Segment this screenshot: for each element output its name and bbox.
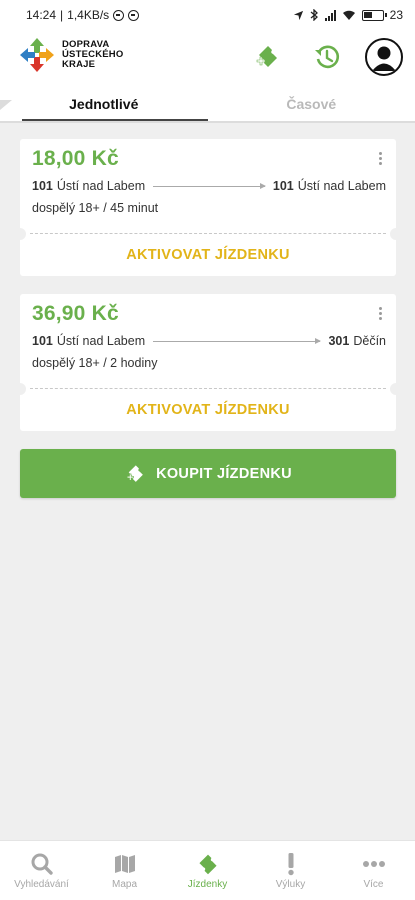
more-dots-icon: [362, 860, 385, 867]
ticket-description: dospělý 18+ / 45 minut: [32, 201, 159, 215]
status-network-speed: 1,4KB/s: [67, 8, 110, 22]
nav-label-search: Vyhledávání: [14, 878, 69, 890]
bluetooth-icon: [310, 9, 318, 21]
logo-text: DOPRAVA ÚSTECKÉHO KRAJE: [62, 40, 123, 70]
nav-label-more: Více: [363, 878, 384, 890]
status-notification-icon: [113, 9, 125, 21]
ticket-notch-right: [390, 383, 402, 395]
ticket-route: 101 Ústí nad Labem 301 Děčín: [32, 334, 386, 348]
ticket-perforation: [30, 233, 386, 234]
ticket-info: 36,90 Kč 101 Ústí nad Labem 301 Děčín dosp…: [14, 294, 402, 395]
buy-ticket-button[interactable]: KOUPIT JÍZDENKU: [20, 449, 396, 498]
buy-ticket-button-icon: [126, 464, 143, 482]
ticket-description: dospělý 18+ / 2 hodiny: [32, 356, 158, 370]
bottom-navigation: Vyhledávání Mapa Jízdenky Výluky Více: [0, 840, 415, 900]
status-right: 23: [293, 8, 403, 22]
nav-label-map: Mapa: [111, 878, 137, 890]
ticket-icon: [198, 854, 217, 874]
route-to-name: Ústí nad Labem: [297, 179, 386, 193]
ticket-notch-left: [14, 228, 26, 240]
ticket-route: 101 Ústí nad Labem 101 Ústí nad Labem: [32, 179, 386, 193]
wifi-icon: [342, 10, 355, 20]
account-icon[interactable]: [365, 38, 403, 76]
location-icon: [293, 10, 303, 20]
ticket-notch-left: [14, 383, 26, 395]
status-separator: |: [60, 8, 64, 22]
activate-ticket-button[interactable]: AKTIVOVAT JÍZDENKU: [20, 234, 396, 276]
ticket-price: 36,90 Kč: [32, 302, 119, 325]
buy-ticket-icon[interactable]: [250, 40, 284, 74]
route-from-name: Ústí nad Labem: [56, 179, 146, 193]
route-to-zone: 301: [328, 334, 350, 348]
route-from: 101 Ústí nad Labem: [32, 334, 145, 348]
more-options-icon[interactable]: [379, 307, 382, 320]
route-from-zone: 101: [32, 179, 53, 193]
battery-icon: [361, 9, 387, 21]
tab-divider: [0, 121, 415, 123]
battery-percent: 23: [389, 8, 403, 22]
activate-ticket-label: AKTIVOVAT JÍZDENKU: [126, 402, 290, 418]
route-from: 101 Ústí nad Labem: [32, 179, 145, 193]
nav-item-tickets[interactable]: Jízdenky: [166, 841, 249, 900]
more-options-icon[interactable]: [379, 152, 382, 165]
activate-ticket-label: AKTIVOVAT JÍZDENKU: [126, 247, 290, 263]
tab-single[interactable]: Jednotlivé: [0, 92, 208, 122]
signal-icon: [324, 9, 336, 21]
logo-arrows-icon: [20, 38, 54, 72]
search-icon: [31, 853, 53, 875]
nav-label-outages: Výluky: [275, 878, 306, 890]
ticket-perforation: [30, 388, 386, 389]
route-to-name: Děčín: [353, 334, 386, 348]
map-icon: [114, 854, 135, 873]
nav-item-search[interactable]: Vyhledávání: [0, 841, 83, 900]
app-header: DOPRAVA ÚSTECKÉHO KRAJE: [0, 30, 415, 92]
route-from-name: Ústí nad Labem: [56, 334, 146, 348]
buy-ticket-label: KOUPIT JÍZDENKU: [156, 465, 292, 482]
ticket-card[interactable]: 36,90 Kč 101 Ústí nad Labem 301 Děčín dosp…: [14, 294, 402, 431]
route-to: 101 Ústí nad Labem: [273, 179, 386, 193]
exclamation-icon: [287, 852, 294, 875]
status-time: 14:24: [26, 8, 57, 22]
ticket-notch-right: [390, 228, 402, 240]
corner-decoration: [0, 100, 12, 110]
ticket-price: 18,00 Kč: [32, 147, 119, 170]
nav-label-tickets: Jízdenky: [187, 878, 228, 890]
logo-line-3: KRAJE: [62, 59, 96, 70]
status-bar: 14:24 | 1,4KB/s 23: [0, 0, 415, 30]
status-left: 14:24 | 1,4KB/s: [26, 8, 140, 22]
route-arrow-icon: [153, 337, 322, 344]
nav-item-more[interactable]: Více: [332, 841, 415, 900]
activate-ticket-button[interactable]: AKTIVOVAT JÍZDENKU: [20, 389, 396, 431]
ticket-tabs: Jednotlivé Časové: [0, 92, 415, 122]
status-notification-icon-2: [128, 9, 140, 21]
tab-period[interactable]: Časové: [208, 92, 415, 122]
history-icon[interactable]: [310, 40, 344, 74]
route-from-zone: 101: [32, 334, 53, 348]
nav-item-outages[interactable]: Výluky: [249, 841, 332, 900]
ticket-card[interactable]: 18,00 Kč 101 Ústí nad Labem 101 Ústí nad L…: [14, 139, 402, 276]
ticket-info: 18,00 Kč 101 Ústí nad Labem 101 Ústí nad L…: [14, 139, 402, 240]
route-to-zone: 101: [272, 179, 294, 193]
nav-item-map[interactable]: Mapa: [83, 841, 166, 900]
route-to: 301 Děčín: [328, 334, 386, 348]
route-arrow-icon: [153, 182, 266, 189]
app-logo: DOPRAVA ÚSTECKÉHO KRAJE: [18, 36, 123, 74]
